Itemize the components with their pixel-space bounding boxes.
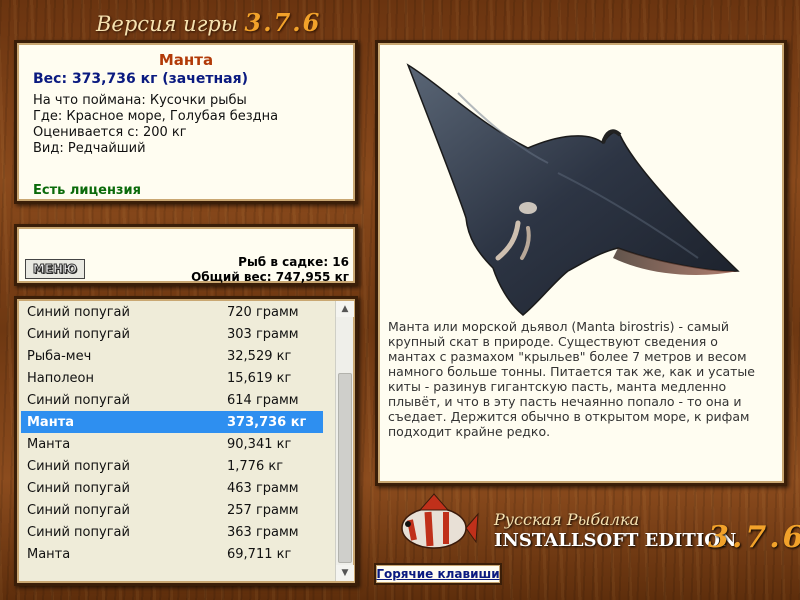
catch-item-name: Наполеон	[27, 370, 94, 386]
catch-item-weight: 614 грамм	[227, 392, 299, 408]
catch-list: Синий попугай 720 грамм Синий попугай 303 г…	[21, 301, 323, 565]
scroll-down-arrow-icon[interactable]: ▼	[336, 565, 354, 581]
catch-list-scrollbar[interactable]: ▲ ▼	[335, 301, 354, 581]
catch-item-name: Манта	[27, 436, 71, 452]
fish-location: Где: Красное море, Голубая бездна	[33, 109, 279, 124]
catch-item-weight: 720 грамм	[227, 304, 299, 320]
catch-item-weight: 463 грамм	[227, 480, 299, 496]
scroll-up-arrow-icon[interactable]: ▲	[336, 301, 354, 317]
catch-list-item[interactable]: Рыба-меч 32,529 кг	[21, 345, 323, 367]
game-version-number: 3.7.6	[244, 8, 322, 37]
catch-item-name: Рыба-меч	[27, 348, 92, 364]
fish-bait: На что поймана: Кусочки рыбы	[33, 93, 247, 108]
fish-description: Манта или морской дьявол (Manta birostri…	[388, 319, 755, 439]
cage-fish-count: Рыб в садке: 16	[238, 255, 349, 269]
catch-list-item[interactable]: Синий попугай 363 грамм	[21, 521, 323, 543]
scrollbar-thumb[interactable]	[338, 373, 352, 563]
fish-name: Манта	[158, 51, 214, 69]
catch-item-name: Синий попугай	[27, 524, 130, 540]
catch-list-panel: Синий попугай 720 грамм Синий попугай 303 г…	[14, 296, 358, 586]
catch-list-item[interactable]: Синий попугай 1,776 кг	[21, 455, 323, 477]
menu-button-label: МЕНЮ	[32, 262, 78, 277]
game-version-title: Версия игры 3.7.6	[96, 8, 319, 38]
catch-item-name: Манта	[27, 546, 71, 562]
catch-item-name: Синий попугай	[27, 480, 130, 496]
hotkeys-button[interactable]: Горячие клавиши	[374, 563, 502, 585]
catch-list-item[interactable]: Синий попугай 303 грамм	[21, 323, 323, 345]
catch-list-item-selected[interactable]: Манта 373,736 кг	[21, 411, 323, 433]
catch-list-item[interactable]: Манта 69,711 кг	[21, 543, 323, 565]
logo-edition: INSTALLSOFT EDITION	[494, 530, 737, 551]
catch-item-weight: 257 грамм	[227, 502, 299, 518]
catch-list-item[interactable]: Синий попугай 463 грамм	[21, 477, 323, 499]
license-status: Есть лицензия	[33, 183, 141, 198]
catch-item-weight: 1,776 кг	[227, 458, 284, 474]
catch-list-item[interactable]: Наполеон 15,619 кг	[21, 367, 323, 389]
russian-fishing-logo-fish-icon	[401, 493, 479, 549]
catch-item-weight: 15,619 кг	[227, 370, 292, 386]
catch-item-weight: 303 грамм	[227, 326, 299, 342]
catch-list-item[interactable]: Синий попугай 720 грамм	[21, 301, 323, 323]
menu-button[interactable]: МЕНЮ	[25, 259, 85, 279]
catch-item-name: Синий попугай	[27, 458, 130, 474]
fish-detail-panel: Манта или морской дьявол (Manta birostri…	[375, 40, 787, 486]
catch-item-weight: 373,736 кг	[227, 414, 307, 430]
catch-list-item[interactable]: Синий попугай 614 грамм	[21, 389, 323, 411]
cage-stats: Рыб в садке: 16 Общий вес: 747,955 кг	[191, 255, 349, 285]
fish-rarity: Вид: Редчайший	[33, 141, 146, 156]
fish-info-panel: Манта Вес: 373,736 кг (зачетная) На что …	[14, 40, 358, 204]
fish-rating-threshold: Оценивается с: 200 кг	[33, 125, 187, 140]
catch-item-name: Синий попугай	[27, 392, 130, 408]
cage-total-weight: Общий вес: 747,955 кг	[191, 270, 349, 284]
catch-item-weight: 90,341 кг	[227, 436, 292, 452]
catch-list-item[interactable]: Синий попугай 257 грамм	[21, 499, 323, 521]
logo-title-russian: Русская Рыбалка	[494, 510, 640, 529]
catch-item-name: Манта	[27, 414, 74, 430]
cage-panel: МЕНЮ Рыб в садке: 16 Общий вес: 747,955 …	[14, 224, 358, 286]
catch-item-weight: 69,711 кг	[227, 546, 292, 562]
catch-list-item[interactable]: Манта 90,341 кг	[21, 433, 323, 455]
catch-item-weight: 32,529 кг	[227, 348, 292, 364]
fish-weight: Вес: 373,736 кг (зачетная)	[33, 71, 248, 87]
catch-item-name: Синий попугай	[27, 326, 130, 342]
catch-item-name: Синий попугай	[27, 502, 130, 518]
catch-item-weight: 363 грамм	[227, 524, 299, 540]
manta-ray-image	[406, 63, 740, 316]
catch-item-name: Синий попугай	[27, 304, 130, 320]
game-version-prefix: Версия игры	[96, 12, 238, 36]
logo-version: 3.7.6	[708, 520, 800, 555]
